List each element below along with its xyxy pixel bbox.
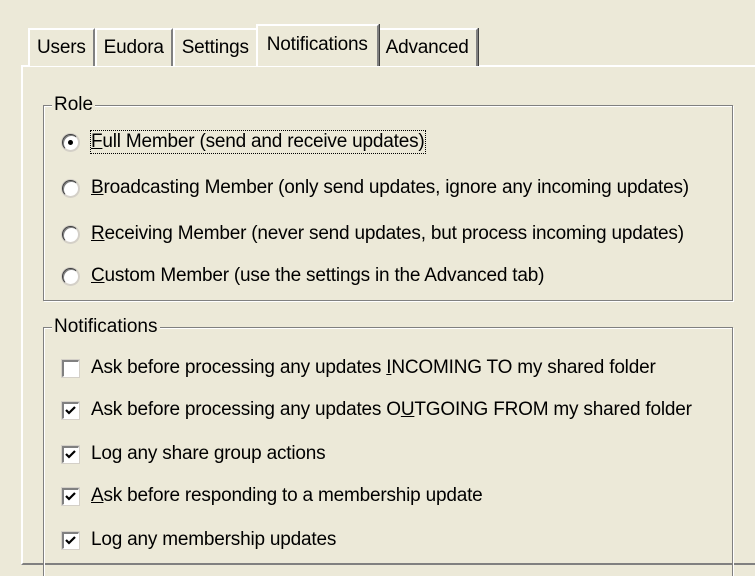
- label-text: eceiving Member (never send updates, but…: [104, 223, 684, 244]
- role-legend: Role: [52, 94, 96, 116]
- ask-outgoing-checkbox[interactable]: Ask before processing any updates OUTGOI…: [61, 399, 692, 421]
- role-custom-member-label: Custom Member (use the settings in the A…: [91, 265, 544, 287]
- role-receiving-member-radio[interactable]: Receiving Member (never send updates, bu…: [62, 223, 684, 245]
- mnemonic-letter: R: [91, 223, 105, 244]
- checkbox-checked-icon[interactable]: [61, 400, 80, 420]
- radio-selected-icon[interactable]: [62, 133, 79, 151]
- tab-settings[interactable]: Settings: [172, 28, 258, 66]
- role-full-member-radio[interactable]: Full Member (send and receive updates): [62, 130, 426, 154]
- log-membership-updates-checkbox[interactable]: Log any membership updates: [61, 529, 337, 551]
- label-text: ull Member (send and receive updates): [102, 131, 425, 152]
- log-share-group-actions-checkbox[interactable]: Log any share group actions: [61, 443, 326, 465]
- mnemonic-letter: B: [91, 177, 104, 198]
- ask-before-responding-checkbox[interactable]: Ask before responding to a membership up…: [61, 485, 483, 507]
- radio-unselected-icon[interactable]: [62, 179, 79, 197]
- role-broadcasting-member-label: Broadcasting Member (only send updates, …: [91, 177, 689, 199]
- tab-strip: Users Eudora Settings Notifications Adva…: [28, 22, 478, 66]
- tab-eudora[interactable]: Eudora: [94, 28, 173, 66]
- label-text: Ask before processing any updates O: [91, 399, 401, 420]
- checkbox-checked-icon[interactable]: [61, 486, 80, 506]
- tab-notifications-label: Notifications: [266, 34, 368, 55]
- checkbox-checked-icon[interactable]: [61, 444, 80, 464]
- tab-eudora-label: Eudora: [103, 37, 164, 58]
- mnemonic-letter: A: [91, 485, 104, 506]
- notifications-dialog: Users Eudora Settings Notifications Adva…: [0, 0, 755, 576]
- log-membership-updates-label: Log any membership updates: [91, 529, 337, 550]
- label-text: sk before responding to a membership upd…: [103, 485, 483, 506]
- notifications-legend: Notifications: [52, 316, 160, 338]
- role-receiving-member-label: Receiving Member (never send updates, bu…: [91, 223, 684, 245]
- mnemonic-letter: F: [91, 131, 103, 152]
- radio-unselected-icon[interactable]: [62, 267, 79, 285]
- label-text: NCOMING TO my shared folder: [391, 357, 656, 378]
- label-text: TGOING FROM my shared folder: [414, 399, 692, 420]
- tab-notifications[interactable]: Notifications: [255, 24, 379, 66]
- checkbox-checked-icon[interactable]: [61, 530, 80, 550]
- role-broadcasting-member-radio[interactable]: Broadcasting Member (only send updates, …: [62, 177, 689, 199]
- checkbox-unchecked-icon[interactable]: [61, 358, 80, 378]
- tab-users-label: Users: [37, 37, 86, 58]
- label-text: Ask before processing any updates: [91, 357, 387, 378]
- ask-outgoing-label: Ask before processing any updates OUTGOI…: [91, 399, 692, 421]
- ask-incoming-checkbox[interactable]: Ask before processing any updates INCOMI…: [61, 357, 656, 379]
- tab-advanced-label: Advanced: [385, 37, 469, 58]
- tab-advanced[interactable]: Advanced: [376, 28, 478, 66]
- radio-unselected-icon[interactable]: [62, 225, 79, 243]
- tab-settings-label: Settings: [181, 37, 249, 58]
- tab-users[interactable]: Users: [28, 28, 95, 66]
- ask-before-responding-label: Ask before responding to a membership up…: [91, 485, 483, 507]
- label-text: ustom Member (use the settings in the Ad…: [104, 265, 545, 286]
- role-custom-member-radio[interactable]: Custom Member (use the settings in the A…: [62, 265, 544, 287]
- mnemonic-letter: C: [91, 265, 105, 286]
- mnemonic-letter: U: [400, 399, 415, 420]
- role-full-member-label: Full Member (send and receive updates): [90, 130, 426, 154]
- ask-incoming-label: Ask before processing any updates INCOMI…: [91, 357, 656, 379]
- label-text: roadcasting Member (only send updates, i…: [103, 177, 689, 198]
- log-share-group-actions-label: Log any share group actions: [91, 443, 326, 464]
